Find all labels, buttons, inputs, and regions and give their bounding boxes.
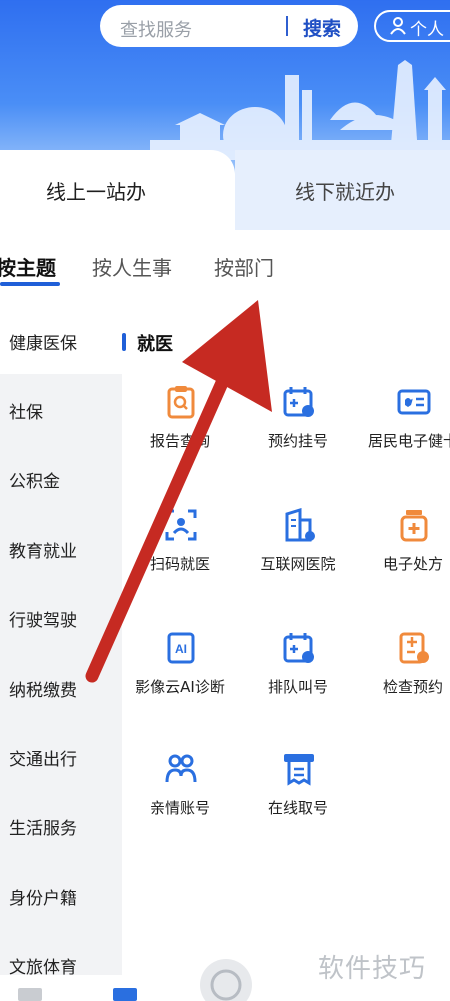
prescription-bottle-icon [400, 510, 428, 542]
sidebar-item-label: 生活服务 [9, 819, 77, 839]
home-tab-icon[interactable] [15, 985, 45, 1001]
service-label: 检查预约 [382, 678, 443, 696]
subtab-by-department[interactable]: 按部门 [214, 252, 274, 281]
subtab-by-life-event[interactable]: 按人生事 [92, 252, 172, 281]
sidebar-item-label: 教育就业 [9, 542, 77, 562]
sidebar-item-health[interactable]: 健康医保 [0, 305, 122, 374]
tab-online-label: 线上一站办 [46, 180, 146, 204]
service-label: 扫码就医 [149, 555, 210, 573]
search-divider [286, 16, 288, 36]
watermark-text: 软件技巧 [318, 954, 427, 984]
services-tab-icon[interactable] [110, 985, 140, 1001]
calendar-register-icon [283, 387, 314, 417]
ai-imaging-icon: AI [167, 632, 195, 664]
sidebar-item-label: 行驶驾驶 [9, 611, 77, 631]
sidebar-item-label: 健康医保 [9, 334, 77, 354]
sidebar-item-housing-fund[interactable]: 公积金 [0, 443, 122, 512]
queue-calendar-icon [283, 633, 314, 663]
exam-booking-icon [399, 632, 429, 664]
health-card-icon [397, 389, 431, 415]
subtab-by-theme[interactable]: 按主题 [0, 252, 56, 281]
ticket-icon [284, 754, 314, 786]
sidebar-item-education[interactable]: 教育就业 [0, 513, 122, 582]
sidebar-item-social-security[interactable]: 社保 [0, 374, 122, 443]
section-title: 就医 [137, 334, 173, 355]
search-input[interactable]: 查找服务 [120, 16, 192, 42]
assistant-tab-icon[interactable] [196, 955, 256, 1001]
user-icon [390, 17, 406, 35]
family-account-icon [165, 754, 197, 783]
tab-offline[interactable]: 线下就近办 [235, 150, 450, 230]
personal-button[interactable]: 个人 [374, 10, 450, 42]
service-label: 在线取号 [267, 799, 328, 817]
service-label: 报告查询 [149, 432, 210, 450]
hospital-building-icon [285, 508, 315, 542]
sidebar-item-label: 公积金 [9, 472, 60, 492]
tab-offline-label: 线下就近办 [295, 180, 395, 204]
sidebar-item-label: 身份户籍 [9, 889, 77, 909]
service-label: 互联网医院 [260, 555, 336, 573]
scan-face-icon [165, 509, 197, 541]
sidebar-item-label: 社保 [9, 403, 43, 423]
report-search-icon [167, 386, 195, 419]
search-button[interactable]: 搜索 [303, 14, 341, 41]
active-subtab-underline [0, 282, 60, 286]
sidebar-item-driving[interactable]: 行驶驾驶 [0, 582, 122, 651]
service-label: 影像云AI诊断 [135, 678, 225, 696]
sidebar-item-tax[interactable]: 纳税缴费 [0, 652, 122, 721]
service-label: 预约挂号 [267, 432, 328, 450]
service-label: 电子处方 [382, 555, 443, 573]
personal-label: 个人 [410, 20, 444, 40]
service-mode-tabs: 线下就近办 线上一站办 [0, 150, 450, 230]
sidebar-item-transport[interactable]: 交通出行 [0, 721, 122, 790]
theme-sidebar: 健康医保 社保 公积金 教育就业 行驶驾驶 纳税缴费 交通出行 生活服务 身份户… [0, 305, 122, 1001]
svg-text:AI: AI [175, 642, 187, 656]
tab-online[interactable]: 线上一站办 [0, 150, 235, 230]
service-panel: 就医 报告查询 预约挂号 居民电子健卡 扫码就医 互联网医院 电子处方 AI 影… [122, 305, 450, 1001]
service-label: 亲情账号 [149, 799, 210, 817]
sidebar-item-label: 交通出行 [9, 750, 77, 770]
search-bar[interactable]: 查找服务 搜索 [100, 5, 358, 47]
category-subtabs: 按主题 按人生事 按部门 [0, 230, 450, 305]
sidebar-item-life-services[interactable]: 生活服务 [0, 790, 122, 859]
section-marker [122, 333, 126, 351]
service-label: 排队叫号 [267, 678, 328, 696]
sidebar-item-label: 纳税缴费 [9, 681, 77, 701]
sidebar-item-identity[interactable]: 身份户籍 [0, 860, 122, 929]
service-label: 居民电子健卡 [367, 432, 450, 450]
